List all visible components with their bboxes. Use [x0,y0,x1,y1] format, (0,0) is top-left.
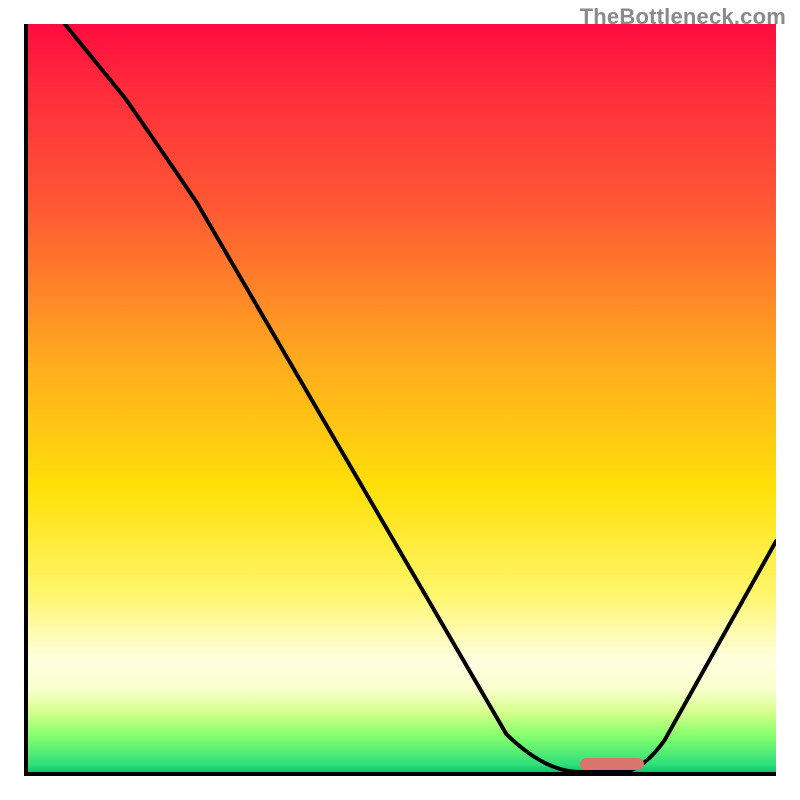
plot-area [24,24,776,776]
optimal-marker [580,758,644,770]
bottleneck-curve [28,24,776,772]
curve-path [65,24,776,772]
chart-container: TheBottleneck.com [0,0,800,800]
